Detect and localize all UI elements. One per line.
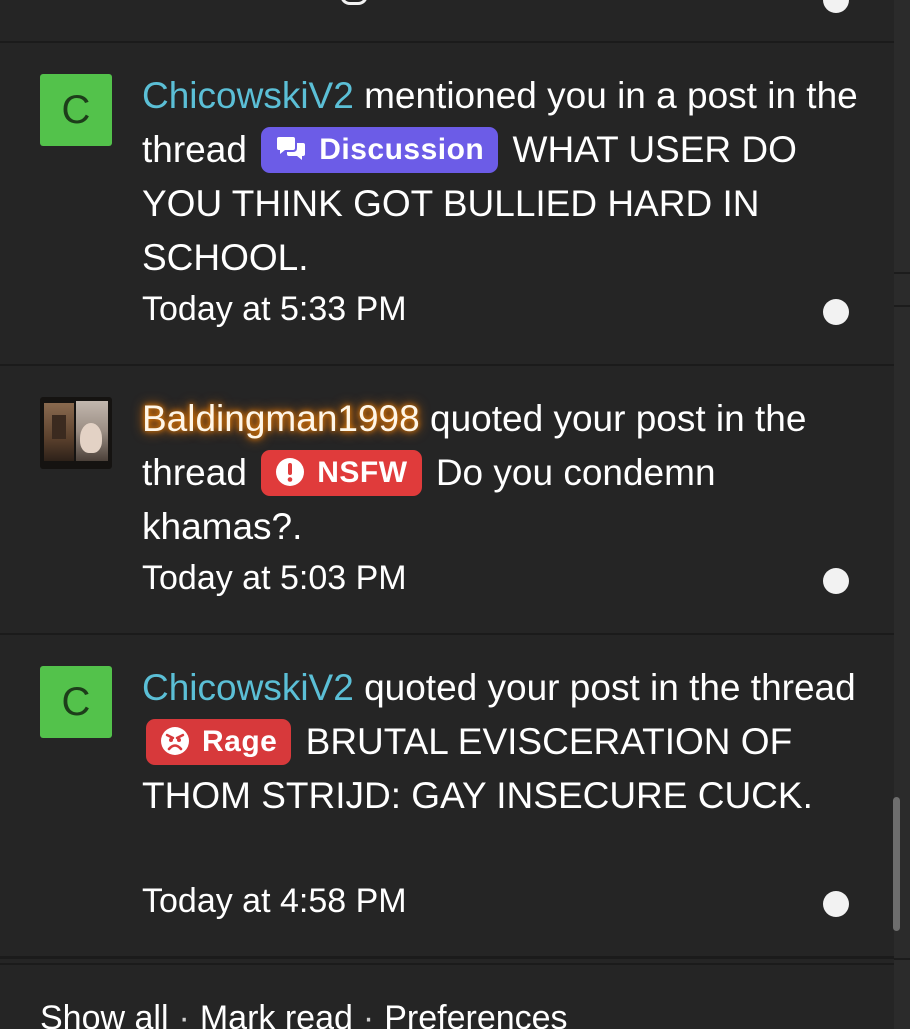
alert-text: ChicowskiV2 quoted your post in the thre… <box>142 661 862 823</box>
footer-separator: · <box>362 999 375 1029</box>
side-panel-divider <box>894 305 910 307</box>
alert-text: Baldingman1998 quoted your post in the t… <box>142 392 862 554</box>
chat-bubbles-icon <box>275 132 307 178</box>
avatar[interactable] <box>40 397 112 469</box>
unread-dot[interactable] <box>823 299 849 325</box>
alert-item[interactable]: Baldingman1998 quoted your post in the t… <box>0 366 894 633</box>
partial-text-glyph <box>340 0 368 5</box>
avatar-photo-part <box>80 423 102 453</box>
avatar-photo-part <box>52 415 66 439</box>
alert-time: Today at 4:58 PM <box>142 882 407 920</box>
mark-read-link[interactable]: Mark read <box>200 999 353 1029</box>
scrollbar-thumb[interactable] <box>893 797 900 931</box>
show-all-link[interactable]: Show all <box>40 999 169 1029</box>
previous-alert-partial[interactable] <box>0 0 894 41</box>
alert-action: quoted your post in the thread <box>364 667 856 708</box>
alert-time: Today at 5:03 PM <box>142 559 407 597</box>
avatar[interactable]: C <box>40 666 112 738</box>
alert-time: Today at 5:33 PM <box>142 290 407 328</box>
avatar[interactable]: C <box>40 74 112 146</box>
exclamation-circle-icon <box>275 455 305 501</box>
alert-item[interactable]: C ChicowskiV2 mentioned you in a post in… <box>0 43 894 364</box>
side-panel-divider <box>894 272 910 274</box>
alert-text: ChicowskiV2 mentioned you in a post in t… <box>142 69 862 285</box>
prefix-label: Rage <box>202 725 278 758</box>
unread-dot[interactable] <box>823 0 849 13</box>
angry-face-icon <box>160 724 190 770</box>
alerts-popup: C ChicowskiV2 mentioned you in a post in… <box>0 0 910 1029</box>
thread-prefix-badge[interactable]: NSFW <box>261 450 422 496</box>
username-link[interactable]: Baldingman1998 <box>142 398 420 439</box>
alert-item[interactable]: C ChicowskiV2 quoted your post in the th… <box>0 635 894 956</box>
alerts-footer: Show all · Mark read · Preferences <box>40 998 568 1029</box>
prefix-label: NSFW <box>317 456 408 489</box>
unread-dot[interactable] <box>823 891 849 917</box>
thread-prefix-badge[interactable]: Rage <box>146 719 292 765</box>
thread-prefix-badge[interactable]: Discussion <box>261 127 499 173</box>
footer-separator: · <box>178 999 190 1029</box>
alert-divider <box>0 956 894 959</box>
unread-dot[interactable] <box>823 568 849 594</box>
preferences-link[interactable]: Preferences <box>384 999 567 1029</box>
username-link[interactable]: ChicowskiV2 <box>142 75 354 116</box>
side-panel-divider <box>894 958 910 960</box>
footer-divider <box>0 963 894 965</box>
prefix-label: Discussion <box>319 133 485 166</box>
username-link[interactable]: ChicowskiV2 <box>142 667 354 708</box>
